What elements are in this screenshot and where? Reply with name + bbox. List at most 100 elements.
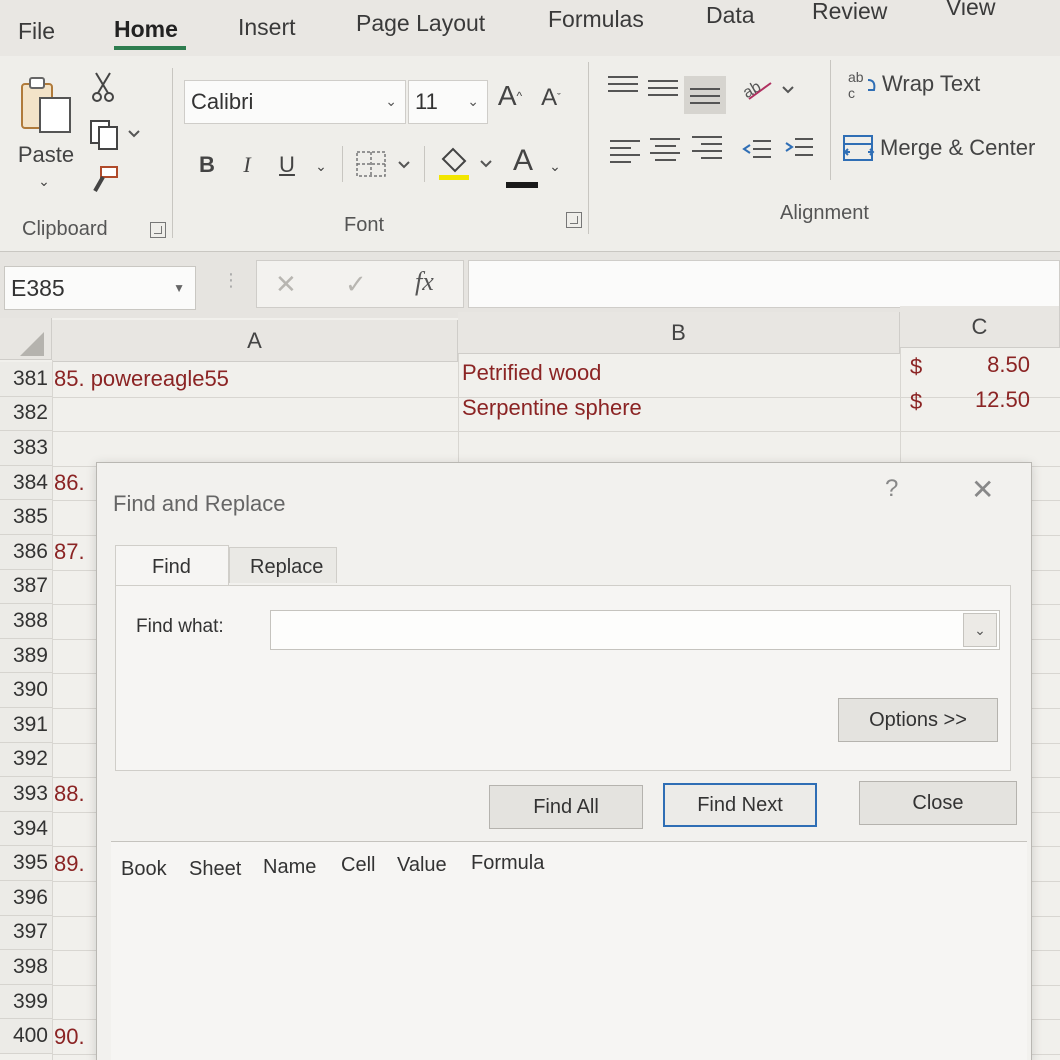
align-top-icon[interactable] [608,76,638,102]
results-col-book[interactable]: Book [121,858,167,881]
cell-a[interactable] [54,397,454,432]
tab-find[interactable]: Find [115,545,229,587]
find-what-dropdown-icon[interactable]: ⌄ [963,613,997,647]
font-size-dropdown[interactable]: 11 ⌄ [408,80,488,124]
cancel-entry-icon[interactable]: ✕ [275,269,297,300]
row-header[interactable]: 395 [0,846,52,881]
options-button[interactable]: Options >> [838,698,998,742]
font-color-swatch [506,182,538,188]
row-header[interactable]: 398 [0,950,52,985]
caret-up-icon: ^ [516,89,523,103]
align-right-icon[interactable] [692,136,722,162]
row-header[interactable]: 392 [0,742,52,778]
align-middle-icon[interactable] [648,80,678,106]
tab-formulas[interactable]: Formulas [548,6,644,33]
paste-dropdown-icon[interactable]: ⌄ [34,172,54,190]
orientation-button[interactable]: ab [740,70,796,106]
increase-indent-icon[interactable] [782,132,816,166]
find-all-button[interactable]: Find All [489,785,643,829]
row-header[interactable]: 390 [0,673,52,708]
tab-insert[interactable]: Insert [238,14,296,41]
tab-replace[interactable]: Replace [229,547,337,583]
row-header[interactable]: 399 [0,984,52,1020]
cut-icon[interactable] [88,70,118,104]
font-launcher-icon[interactable] [566,212,582,228]
borders-button[interactable] [352,146,416,182]
copy-icon[interactable] [86,118,142,152]
grow-font-button[interactable]: A ^ [494,76,526,116]
dialog-close-icon[interactable]: ✕ [971,473,994,506]
font-name-value: Calibri [191,89,254,114]
column-header-c[interactable]: C [900,306,1060,348]
row-header[interactable]: 400 [0,1019,52,1054]
clipboard-launcher-icon[interactable] [150,222,166,238]
tab-home[interactable]: Home [114,16,178,43]
align-center-icon[interactable] [650,138,680,164]
cell-a[interactable]: 85. powereagle55 [54,362,454,397]
row-header[interactable]: 385 [0,500,52,535]
tab-page-layout[interactable]: Page Layout [356,10,485,37]
format-painter-icon[interactable] [88,164,122,196]
column-header-b[interactable]: B [458,312,900,354]
group-separator [588,62,589,234]
row-header[interactable]: 387 [0,569,52,605]
italic-button[interactable]: I [234,148,260,182]
close-button[interactable]: Close [859,781,1017,825]
wrap-text-button[interactable]: ab c Wrap Text [846,66,1046,102]
orientation-icon: ab [741,78,794,102]
underline-dropdown-icon[interactable]: ⌄ [310,152,332,180]
shrink-font-button[interactable]: Aˇ [536,78,566,118]
tab-file[interactable]: File [18,18,55,45]
help-button[interactable]: ? [885,475,898,503]
cell-c[interactable] [950,417,1030,452]
font-name-dropdown[interactable]: Calibri ⌄ [184,80,406,124]
align-left-icon[interactable] [610,140,640,166]
row-header[interactable]: 388 [0,604,52,639]
cell-a[interactable] [54,431,454,466]
row-header[interactable]: 386 [0,535,52,570]
cell-c[interactable]: 8.50 [950,348,1030,383]
cell-b[interactable]: Serpentine sphere [462,391,892,426]
cell-b[interactable] [462,425,892,460]
tab-review[interactable]: Review [812,0,887,25]
results-col-formula[interactable]: Formula [471,852,544,875]
row-header[interactable]: 397 [0,915,52,951]
fill-color-button[interactable] [434,144,496,184]
row-header[interactable]: 389 [0,638,52,674]
row-header[interactable]: 381 [0,362,52,397]
paste-label[interactable]: Paste [16,142,76,168]
formula-bar-grip-icon[interactable]: ⋮ [222,271,240,298]
row-header[interactable]: 396 [0,881,52,916]
row-header[interactable]: 393 [0,777,52,812]
row-header[interactable]: 394 [0,811,52,847]
decrease-indent-icon[interactable] [740,134,774,168]
cell-c[interactable]: 12.50 [950,383,1030,418]
cell-b[interactable]: Petrified wood [462,356,892,391]
formula-input[interactable] [468,260,1060,308]
select-all-button[interactable] [0,318,52,360]
results-col-sheet[interactable]: Sheet [189,858,241,881]
name-box[interactable]: E385 ▼ [4,266,196,310]
row-header[interactable]: 391 [0,708,52,743]
paste-button[interactable] [16,74,76,138]
find-what-input[interactable]: ⌄ [270,610,1000,650]
underline-button[interactable]: U [272,148,302,182]
results-col-cell[interactable]: Cell [341,854,375,877]
row-header[interactable]: 383 [0,431,52,466]
row-header[interactable]: 384 [0,465,52,501]
tab-data[interactable]: Data [706,2,755,29]
results-col-value[interactable]: Value [397,854,447,877]
row-header[interactable]: 382 [0,396,52,432]
align-bottom-button[interactable] [684,76,726,114]
merge-center-button[interactable]: Merge & Center [842,130,1060,166]
tab-view[interactable]: View [946,0,995,21]
bold-button[interactable]: B [192,148,222,182]
insert-function-icon[interactable]: fx [415,267,434,297]
find-next-button[interactable]: Find Next [663,783,817,827]
results-list[interactable]: Book Sheet Name Cell Value Formula [111,841,1027,1060]
results-col-name[interactable]: Name [263,856,316,879]
confirm-entry-icon[interactable]: ✓ [345,269,367,300]
font-color-dropdown-icon[interactable]: ⌄ [544,152,566,180]
column-header-a[interactable]: A [52,320,458,362]
font-color-button[interactable]: A [506,140,540,182]
